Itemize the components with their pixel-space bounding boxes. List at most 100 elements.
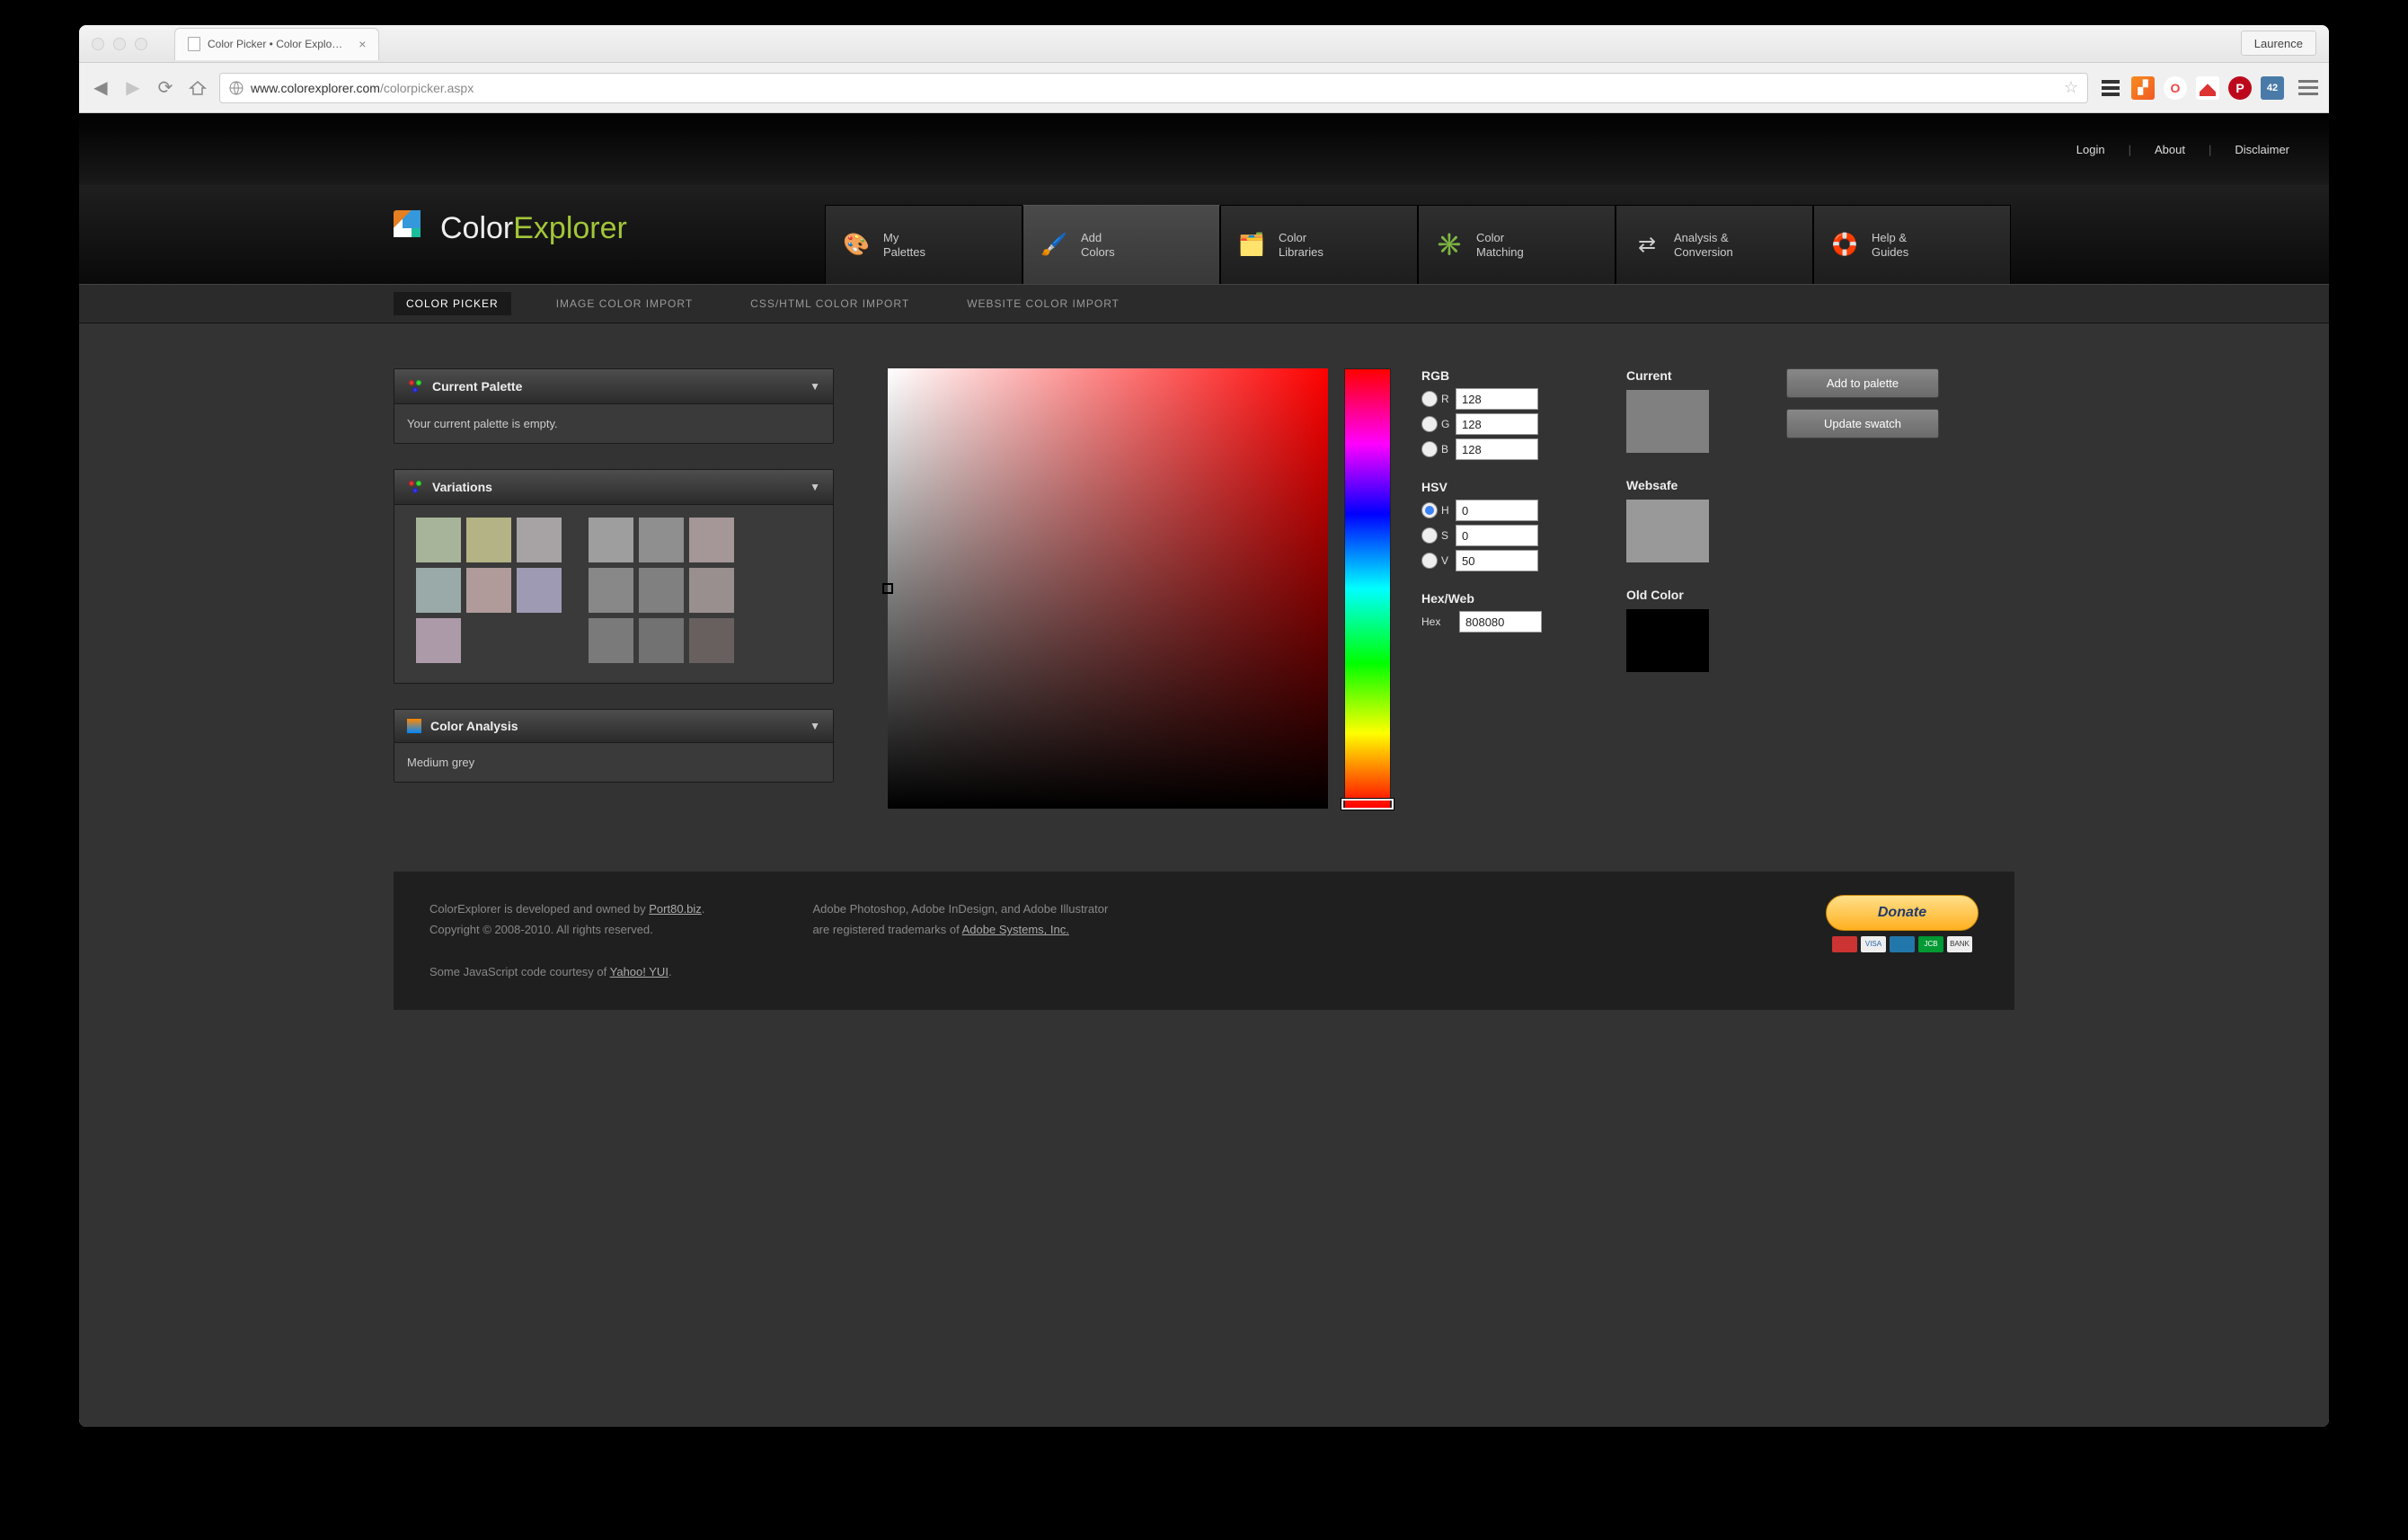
panel-header-current-palette[interactable]: Current Palette ▼: [394, 369, 833, 404]
donate-area: Donate VISA JCB BANK: [1826, 895, 1979, 952]
login-link[interactable]: Login: [2076, 143, 2105, 156]
panel-header-analysis[interactable]: Color Analysis ▼: [394, 710, 833, 743]
yui-link[interactable]: Yahoo! YUI: [610, 965, 668, 978]
radio-h[interactable]: [1421, 502, 1438, 518]
lifebuoy-icon: 🛟: [1830, 231, 1859, 260]
variation-swatch[interactable]: [517, 568, 562, 613]
maximize-window-icon[interactable]: [135, 38, 147, 50]
subtab-website-import[interactable]: WEBSITE COLOR IMPORT: [954, 292, 1132, 315]
variation-swatch[interactable]: [689, 568, 734, 613]
picker-area: RGB R G B HSV H S V Hex/Web Hex Current: [888, 368, 1939, 809]
input-h[interactable]: [1456, 500, 1538, 521]
jcb-icon: JCB: [1918, 936, 1943, 952]
variation-swatch[interactable]: [517, 518, 562, 562]
tab-color-libraries[interactable]: 🗂️ ColorLibraries: [1220, 205, 1418, 284]
logo-icon: [394, 210, 429, 246]
profile-name: Laurence: [2254, 37, 2303, 50]
browser-profile-button[interactable]: Laurence: [2241, 31, 2316, 56]
port80-link[interactable]: Port80.biz: [649, 902, 702, 916]
subtab-css-import[interactable]: CSS/HTML COLOR IMPORT: [738, 292, 922, 315]
variation-swatch[interactable]: [689, 518, 734, 562]
extension-buffer-icon[interactable]: [2099, 76, 2122, 100]
variation-swatch[interactable]: [589, 568, 633, 613]
bank-icon: BANK: [1947, 936, 1972, 952]
input-b[interactable]: [1456, 438, 1538, 460]
radio-g[interactable]: [1421, 416, 1438, 432]
extension-adblock-icon[interactable]: O: [2164, 76, 2187, 100]
window-controls[interactable]: [92, 38, 147, 50]
arrows-icon: ⇄: [1633, 231, 1661, 260]
palette-icon: 🎨: [842, 231, 871, 260]
variations-grid: [394, 505, 833, 683]
websafe-label: Websafe: [1626, 478, 1725, 492]
input-v[interactable]: [1456, 550, 1538, 571]
adobe-link[interactable]: Adobe Systems, Inc.: [962, 923, 1069, 936]
panel-header-variations[interactable]: Variations ▼: [394, 470, 833, 505]
input-hex[interactable]: [1459, 611, 1542, 633]
url-text: www.colorexplorer.com/colorpicker.aspx: [251, 81, 474, 95]
home-button[interactable]: [187, 77, 208, 99]
tab-color-matching[interactable]: ✳️ ColorMatching: [1418, 205, 1616, 284]
variation-swatch[interactable]: [639, 618, 684, 663]
disclaimer-link[interactable]: Disclaimer: [2235, 143, 2289, 156]
radio-v[interactable]: [1421, 553, 1438, 569]
variation-swatch[interactable]: [416, 568, 461, 613]
browser-menu-icon[interactable]: [2298, 86, 2318, 89]
input-r[interactable]: [1456, 388, 1538, 410]
extension-analytics-icon[interactable]: ▞: [2131, 76, 2155, 100]
radio-s[interactable]: [1421, 527, 1438, 544]
close-tab-icon[interactable]: ×: [359, 37, 366, 51]
main-tabs: 🎨 MyPalettes 🖌️ AddColors 🗂️ ColorLibrar…: [825, 185, 2011, 284]
input-s[interactable]: [1456, 525, 1538, 546]
websafe-swatch: [1626, 500, 1709, 562]
extensions-area: ▞ O P 42: [2099, 76, 2318, 100]
extension-pinterest-icon[interactable]: P: [2228, 76, 2252, 100]
variation-swatch[interactable]: [689, 618, 734, 663]
subtab-image-import[interactable]: IMAGE COLOR IMPORT: [544, 292, 705, 315]
variation-swatch[interactable]: [416, 618, 461, 663]
variation-swatch[interactable]: [416, 518, 461, 562]
variation-swatch[interactable]: [639, 518, 684, 562]
subtab-color-picker[interactable]: COLOR PICKER: [394, 292, 511, 315]
minimize-window-icon[interactable]: [113, 38, 126, 50]
extension-42-icon[interactable]: 42: [2261, 76, 2284, 100]
mastercard-icon: [1832, 936, 1857, 952]
browser-tab[interactable]: Color Picker • Color Explo… ×: [174, 28, 379, 60]
radio-r[interactable]: [1421, 391, 1438, 407]
variation-swatch[interactable]: [466, 568, 511, 613]
tab-help-guides[interactable]: 🛟 Help &Guides: [1813, 205, 2011, 284]
hue-slider[interactable]: [1344, 368, 1391, 809]
reload-button[interactable]: ⟳: [155, 77, 176, 99]
forward-button[interactable]: ▶: [122, 77, 144, 99]
logo[interactable]: ColorExplorer: [394, 210, 627, 246]
variation-swatch[interactable]: [466, 518, 511, 562]
address-bar[interactable]: www.colorexplorer.com/colorpicker.aspx ☆: [219, 73, 2088, 103]
top-links: Login | About | Disclaimer: [2076, 143, 2289, 156]
extension-gmail-icon[interactable]: [2196, 76, 2219, 100]
tab-my-palettes[interactable]: 🎨 MyPalettes: [825, 205, 1023, 284]
update-swatch-button[interactable]: Update swatch: [1786, 409, 1939, 438]
variation-swatch[interactable]: [589, 518, 633, 562]
tab-analysis-conversion[interactable]: ⇄ Analysis &Conversion: [1616, 205, 1813, 284]
variation-swatch[interactable]: [589, 618, 633, 663]
bookmark-star-icon[interactable]: ☆: [2064, 78, 2078, 97]
about-link[interactable]: About: [2155, 143, 2185, 156]
sv-cursor[interactable]: [882, 583, 893, 594]
input-g[interactable]: [1456, 413, 1538, 435]
browser-toolbar: ◀ ▶ ⟳ www.colorexplorer.com/colorpicker.…: [79, 63, 2329, 113]
close-window-icon[interactable]: [92, 38, 104, 50]
hexweb-heading: Hex/Web: [1421, 591, 1583, 606]
main-content: Current Palette ▼ Your current palette i…: [79, 323, 2329, 809]
back-button[interactable]: ◀: [90, 77, 111, 99]
donate-button[interactable]: Donate: [1826, 895, 1979, 931]
analysis-text: Medium grey: [407, 756, 474, 769]
add-to-palette-button[interactable]: Add to palette: [1786, 368, 1939, 398]
footer-left: ColorExplorer is developed and owned by …: [429, 898, 704, 983]
variation-swatch[interactable]: [639, 568, 684, 613]
hue-cursor[interactable]: [1341, 799, 1394, 810]
saturation-value-field[interactable]: [888, 368, 1328, 809]
rgb-heading: RGB: [1421, 368, 1583, 383]
chevron-down-icon: ▼: [810, 481, 820, 493]
radio-b[interactable]: [1421, 441, 1438, 457]
tab-add-colors[interactable]: 🖌️ AddColors: [1023, 205, 1220, 284]
